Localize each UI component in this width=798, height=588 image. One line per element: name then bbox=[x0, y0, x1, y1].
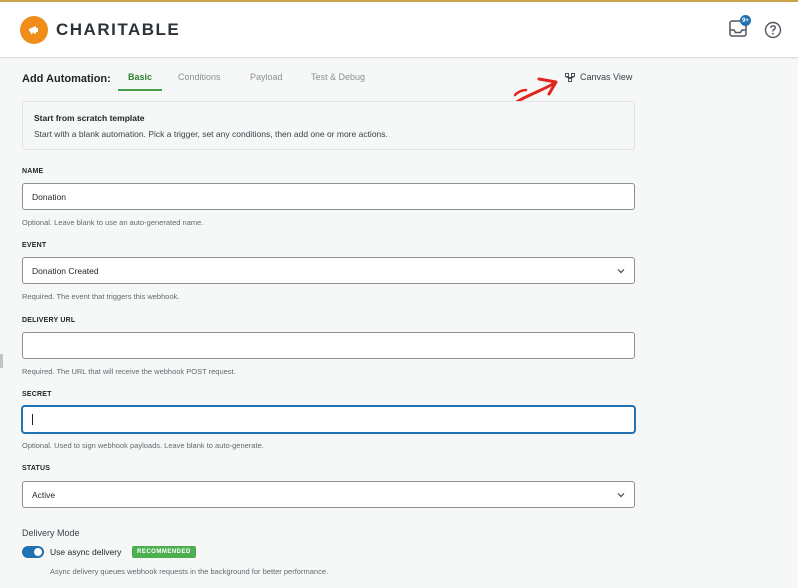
brand-name: CHARITABLE bbox=[56, 20, 181, 39]
megaphone-icon bbox=[20, 16, 48, 44]
event-label: EVENT bbox=[22, 242, 47, 249]
secret-input[interactable] bbox=[22, 406, 635, 433]
tab-basic[interactable]: Basic bbox=[128, 72, 152, 82]
chevron-down-icon bbox=[617, 269, 625, 274]
name-input[interactable]: Donation bbox=[22, 183, 635, 210]
canvas-view-label: Canvas View bbox=[580, 72, 633, 82]
template-title: Start from scratch template bbox=[34, 113, 145, 123]
async-delivery-help: Async delivery queues webhook requests i… bbox=[50, 567, 329, 576]
help-circle-icon[interactable] bbox=[764, 21, 782, 39]
recommended-badge: RECOMMENDED bbox=[132, 546, 196, 558]
app-header: CHARITABLE 9+ bbox=[0, 2, 798, 58]
async-delivery-label: Use async delivery bbox=[50, 547, 122, 557]
active-tab-indicator bbox=[118, 89, 162, 91]
tab-payload[interactable]: Payload bbox=[250, 72, 283, 82]
page-title: Add Automation: bbox=[22, 73, 111, 85]
workflow-icon bbox=[565, 72, 575, 82]
delivery-url-input[interactable] bbox=[22, 332, 635, 359]
event-help: Required. The event that triggers this w… bbox=[22, 292, 180, 301]
notification-badge: 9+ bbox=[740, 15, 751, 26]
status-label: STATUS bbox=[22, 465, 51, 472]
async-delivery-toggle[interactable] bbox=[22, 546, 44, 558]
secret-help: Optional. Used to sign webhook payloads.… bbox=[22, 441, 264, 450]
status-value: Active bbox=[32, 489, 56, 500]
tab-test-debug[interactable]: Test & Debug bbox=[311, 72, 365, 82]
event-value: Donation Created bbox=[32, 265, 99, 276]
delivery-url-help: Required. The URL that will receive the … bbox=[22, 367, 236, 376]
text-caret bbox=[32, 414, 33, 425]
tab-conditions[interactable]: Conditions bbox=[178, 72, 221, 82]
name-label: NAME bbox=[22, 168, 44, 175]
secret-label: SECRET bbox=[22, 391, 52, 398]
window-edge-marker bbox=[0, 354, 3, 368]
canvas-view-button[interactable]: Canvas View bbox=[565, 72, 632, 82]
event-select[interactable]: Donation Created bbox=[22, 257, 635, 284]
toggle-knob bbox=[34, 548, 42, 556]
delivery-url-label: DELIVERY URL bbox=[22, 317, 76, 324]
template-description: Start with a blank automation. Pick a tr… bbox=[34, 129, 388, 139]
chevron-down-icon bbox=[617, 493, 625, 498]
name-value: Donation bbox=[32, 191, 67, 202]
delivery-mode-label: Delivery Mode bbox=[22, 528, 80, 538]
name-help: Optional. Leave blank to use an auto-gen… bbox=[22, 218, 204, 227]
status-select[interactable]: Active bbox=[22, 481, 635, 508]
template-info-box: Start from scratch template Start with a… bbox=[22, 101, 635, 150]
brand-logo[interactable]: CHARITABLE bbox=[20, 16, 180, 44]
